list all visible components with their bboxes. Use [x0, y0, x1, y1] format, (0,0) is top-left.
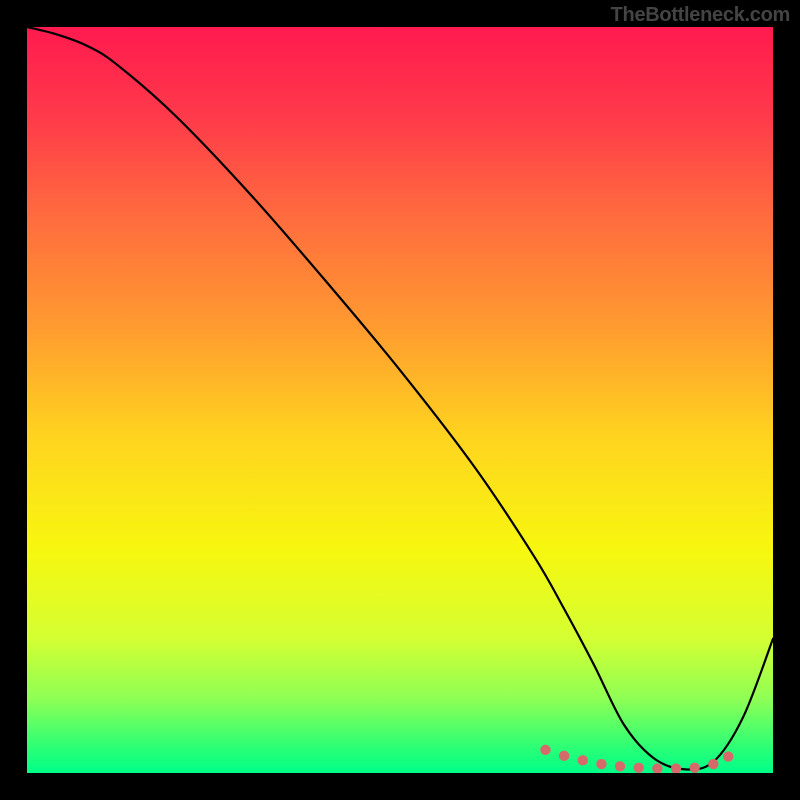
highlight-dot	[540, 745, 550, 755]
highlight-dot	[723, 751, 733, 761]
highlight-dot	[596, 759, 606, 769]
chart-frame: TheBottleneck.com	[0, 0, 800, 800]
plot-area	[27, 27, 773, 773]
gradient-background	[27, 27, 773, 773]
highlight-dot	[578, 755, 588, 765]
highlight-dot	[615, 761, 625, 771]
highlight-dot	[689, 763, 699, 773]
highlight-dot	[634, 763, 644, 773]
highlight-dot	[559, 751, 569, 761]
watermark-text: TheBottleneck.com	[611, 4, 790, 27]
highlight-dot	[708, 759, 718, 769]
bottleneck-chart	[27, 27, 773, 773]
